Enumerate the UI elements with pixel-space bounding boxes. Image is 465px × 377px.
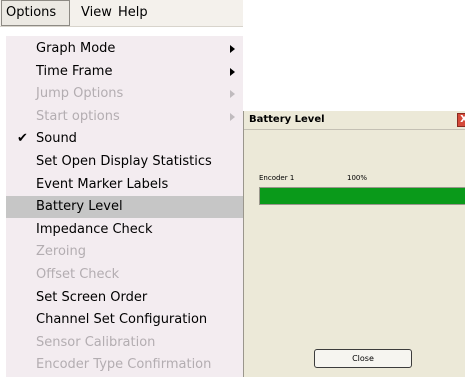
options-dropdown: Graph Mode Time Frame Jump Options Start op…: [6, 36, 243, 377]
submenu-arrow-icon: [230, 90, 235, 99]
menu-item-set-screen-order[interactable]: Set Screen Order: [6, 287, 243, 309]
menu-item-time-frame[interactable]: Time Frame: [6, 61, 243, 83]
menu-item-label: Zeroing: [36, 244, 87, 260]
close-icon[interactable]: X: [457, 113, 465, 127]
menu-item-label: Channel Set Configuration: [36, 312, 208, 328]
battery-progress-bar: [259, 187, 465, 205]
menu-bar: Options View Help: [0, 0, 243, 27]
menu-item-label: Graph Mode: [36, 41, 116, 56]
menu-item-start-options: Start options: [6, 106, 243, 128]
menu-item-label: Encoder Type Confirmation: [36, 357, 212, 373]
menu-item-graph-mode[interactable]: Graph Mode: [6, 38, 243, 60]
submenu-arrow-icon: [230, 45, 235, 53]
dialog-title-bar[interactable]: Battery Level X: [244, 111, 465, 130]
menu-item-zeroing: Zeroing: [6, 241, 243, 263]
menu-item-label: Offset Check: [36, 267, 120, 282]
menu-item-label: Sensor Calibration: [36, 334, 156, 350]
battery-level-dialog: Battery Level X Encoder 1 100% Close: [243, 111, 465, 377]
menu-item-jump-options: Jump Options: [6, 83, 243, 105]
submenu-arrow-icon: [230, 67, 235, 76]
menu-item-label: Set Screen Order: [36, 289, 148, 305]
close-button[interactable]: Close: [314, 349, 412, 368]
menu-item-encoder-type-confirmation: Encoder Type Confirmation: [6, 354, 243, 376]
menu-item-impedance-check[interactable]: Impedance Check: [6, 219, 243, 241]
menu-item-label: Start options: [36, 108, 120, 124]
check-icon: ✔: [17, 131, 28, 147]
menu-options[interactable]: Options: [1, 0, 70, 26]
menu-item-set-open-display-statistics[interactable]: Set Open Display Statistics: [6, 151, 243, 173]
menu-item-label: Set Open Display Statistics: [36, 154, 212, 169]
menu-item-channel-set-configuration[interactable]: Channel Set Configuration: [6, 309, 243, 331]
dialog-title: Battery Level: [249, 114, 325, 125]
menu-item-event-marker-labels[interactable]: Event Marker Labels: [6, 174, 243, 196]
battery-percent: 100%: [347, 174, 368, 182]
menu-item-label: Sound: [36, 131, 77, 147]
menu-item-offset-check: Offset Check: [6, 264, 243, 286]
menu-item-label: Jump Options: [36, 86, 124, 102]
encoder-label: Encoder 1: [259, 174, 295, 182]
menu-item-label: Battery Level: [36, 199, 123, 215]
menu-item-sound[interactable]: ✔ Sound: [6, 128, 243, 150]
menu-item-label: Event Marker Labels: [36, 176, 169, 192]
menu-item-label: Time Frame: [36, 63, 113, 79]
battery-progress-fill: [260, 188, 465, 204]
menu-item-label: Impedance Check: [36, 221, 153, 237]
menu-item-sensor-calibration: Sensor Calibration: [6, 332, 243, 354]
menu-view[interactable]: View: [77, 0, 116, 26]
menu-help[interactable]: Help: [114, 0, 152, 26]
menu-item-battery-level[interactable]: Battery Level: [6, 196, 243, 219]
submenu-arrow-icon: [230, 112, 235, 121]
